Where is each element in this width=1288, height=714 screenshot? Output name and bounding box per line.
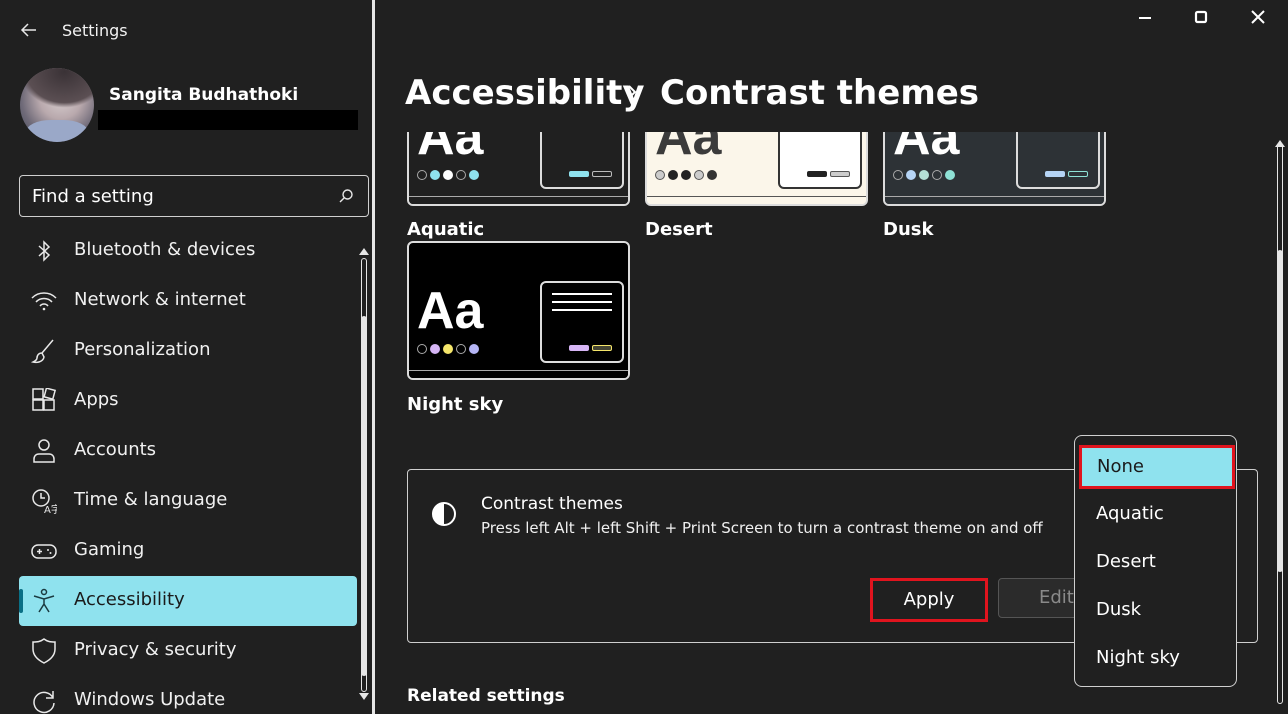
contrast-card-description: Press left Alt + left Shift + Print Scre… [481,519,1043,537]
sidebar-scroll-thumb[interactable] [361,316,367,676]
sidebar-item-accounts[interactable]: Accounts [19,426,357,476]
update-icon [33,691,55,714]
sidebar-item-label: Time & language [74,489,228,510]
theme-name-desert: Desert [645,219,713,240]
brush-icon [31,339,54,364]
bluetooth-icon [38,240,51,262]
sidebar-item-label: Windows Update [74,689,226,710]
shield-icon [32,638,56,664]
sidebar-item-bluetooth[interactable]: Bluetooth & devices [19,226,357,276]
dropdown-option-none[interactable]: None [1079,445,1235,489]
minimize-icon[interactable] [1125,6,1165,30]
related-settings-heading: Related settings [407,686,565,706]
page-title: Contrast themes [660,73,980,113]
theme-name-aquatic: Aquatic [407,219,485,240]
apply-button[interactable]: Apply [870,578,988,622]
redacted-email [98,110,358,130]
theme-card-dusk[interactable]: Aa [883,132,1106,206]
dropdown-option-desert[interactable]: Desert [1080,540,1233,584]
main-scrollbar[interactable] [1274,132,1286,714]
sidebar-item-label: Network & internet [74,289,246,310]
main-scroll-thumb[interactable] [1277,250,1283,572]
search-box[interactable] [19,175,369,217]
wifi-icon [31,292,57,311]
sidebar-item-label: Accessibility [74,589,185,610]
dropdown-option-dusk[interactable]: Dusk [1080,588,1233,632]
search-icon[interactable] [338,188,354,204]
close-icon[interactable] [1238,6,1278,30]
chevron-right-icon [628,85,637,99]
sidebar-item-network[interactable]: Network & internet [19,276,357,326]
scroll-up-icon[interactable] [358,246,370,256]
sidebar-item-accessibility[interactable]: Accessibility [19,576,357,626]
contrast-card-title: Contrast themes [481,494,623,514]
back-button[interactable] [18,18,42,42]
person-icon [33,439,55,463]
scroll-down-icon[interactable] [358,692,370,702]
dropdown-option-aquatic[interactable]: Aquatic [1080,492,1233,536]
theme-name-night-sky: Night sky [407,394,504,415]
theme-card-night-sky[interactable]: Aa [407,241,630,380]
theme-name-dusk: Dusk [883,219,934,240]
contrast-icon [432,502,456,526]
gamepad-icon [31,544,57,559]
sidebar-item-label: Gaming [74,539,145,560]
apps-icon [32,388,57,411]
sidebar-item-label: Accounts [74,439,157,460]
sidebar-item-personalization[interactable]: Personalization [19,326,357,376]
sidebar-item-apps[interactable]: Apps [19,376,357,426]
sidebar-item-label: Personalization [74,339,211,360]
dropdown-option-night-sky[interactable]: Night sky [1080,636,1233,680]
sidebar-item-gaming[interactable]: Gaming [19,526,357,576]
svg-text:A字: A字 [44,503,57,514]
sidebar-item-label: Privacy & security [74,639,237,660]
theme-card-desert[interactable]: Aa [645,132,868,206]
maximize-icon[interactable] [1181,6,1221,30]
search-input[interactable] [32,176,332,216]
sidebar-item-privacy[interactable]: Privacy & security [19,626,357,676]
back-arrow-icon [20,23,36,37]
sidebar-item-label: Bluetooth & devices [74,239,256,260]
app-title: Settings [62,21,128,40]
sidebar-item-windows-update[interactable]: Windows Update [19,676,357,714]
avatar[interactable] [20,68,94,142]
sidebar: Settings Sangita Budhathoki Bluetooth & … [0,0,372,714]
user-name: Sangita Budhathoki [109,85,299,105]
breadcrumb-parent[interactable]: Accessibility [405,73,645,113]
sidebar-item-time-language[interactable]: A字 Time & language [19,476,357,526]
sidebar-scrollbar[interactable] [358,244,370,706]
accessibility-icon [33,588,55,613]
sidebar-item-label: Apps [74,389,119,410]
theme-card-aquatic[interactable]: Aa [407,132,630,206]
clock-language-icon: A字 [32,489,57,514]
theme-dropdown-list[interactable]: None Aquatic Desert Dusk Night sky [1074,435,1237,687]
sidebar-nav: Bluetooth & devices Network & internet P… [19,226,357,714]
